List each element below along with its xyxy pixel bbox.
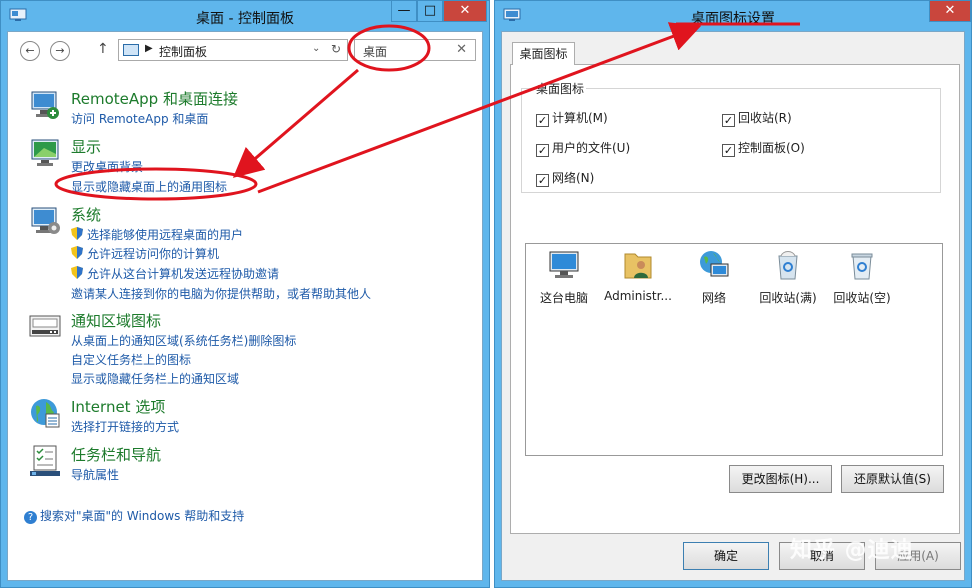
- forward-button[interactable]: →: [50, 41, 70, 61]
- category-heading[interactable]: 任务栏和导航: [71, 444, 161, 465]
- dialog-title: 桌面图标设置: [691, 11, 775, 27]
- help-icon: ?: [24, 511, 37, 524]
- dialog-content: 桌面图标 桌面图标 ✓ 计算机(M) ✓ 回收站(R) ✓ 用户的文件(U) ✓ 控制面…: [501, 31, 965, 581]
- link-allow-remote-access[interactable]: 允许远程访问你的计算机: [87, 245, 219, 262]
- display-icon: [31, 139, 59, 166]
- computer-icon: [549, 251, 579, 278]
- icon-label: 这台电脑: [539, 291, 588, 305]
- checkmark-icon: ✓: [536, 114, 549, 127]
- desktop-icon-list[interactable]: 这台电脑 Administr... 网络 回收站(满) 回收站(空): [525, 243, 943, 456]
- icon-label: 回收站(空): [833, 291, 891, 305]
- link-change-desktop-background[interactable]: 更改桌面背景: [71, 158, 143, 175]
- checkbox-computer[interactable]: ✓ 计算机(M): [536, 109, 608, 127]
- breadcrumb-control-panel[interactable]: 控制面板: [159, 43, 207, 60]
- recycle-bin-full-icon: [778, 251, 798, 280]
- network-icon: [700, 251, 729, 277]
- group-label: 桌面图标: [534, 80, 587, 97]
- icon-network[interactable]: 网络: [678, 248, 750, 306]
- remoteapp-icon: [31, 91, 59, 119]
- dialog-close-button[interactable]: ✕: [929, 1, 971, 22]
- category-heading[interactable]: 显示: [71, 136, 101, 157]
- link-choose-link-opening[interactable]: 选择打开链接的方式: [71, 418, 179, 435]
- up-button[interactable]: ↑: [97, 41, 109, 57]
- checkmark-icon: ✓: [536, 144, 549, 157]
- link-show-hide-notification-area[interactable]: 显示或隐藏任务栏上的通知区域: [71, 370, 239, 387]
- checkbox-network[interactable]: ✓ 网络(N): [536, 169, 594, 187]
- checkbox-control-panel[interactable]: ✓ 控制面板(O): [722, 139, 805, 157]
- checkmark-icon: ✓: [722, 114, 735, 127]
- uac-shield-icon: [71, 246, 83, 259]
- icon-administrator[interactable]: Administr...: [602, 248, 674, 303]
- breadcrumb-separator-icon: ▶: [145, 43, 153, 54]
- close-button[interactable]: ✕: [443, 1, 487, 22]
- uac-shield-icon: [71, 266, 83, 279]
- control-panel-folder-icon: [123, 44, 139, 56]
- icon-recycle-bin-empty[interactable]: 回收站(空): [826, 248, 898, 306]
- search-input[interactable]: 桌面 ✕: [354, 39, 476, 61]
- checkbox-label: 计算机(M): [552, 111, 608, 125]
- category-heading[interactable]: RemoteApp 和桌面连接: [71, 88, 238, 109]
- category-heading[interactable]: 通知区域图标: [71, 310, 161, 331]
- checkbox-label: 控制面板(O): [738, 141, 805, 155]
- internet-options-icon: [31, 399, 60, 428]
- category-heading[interactable]: 系统: [71, 204, 101, 225]
- maximize-button[interactable]: □: [417, 1, 443, 22]
- icon-label: Administr...: [604, 289, 672, 303]
- help-link-text: 搜索对"桌面"的 Windows 帮助和支持: [40, 509, 245, 523]
- taskbar-navigation-icon: [30, 445, 60, 476]
- ok-button[interactable]: 确定: [683, 542, 769, 570]
- control-panel-titlebar[interactable]: 桌面 - 控制面板 — □ ✕: [1, 1, 489, 31]
- icon-recycle-bin-full[interactable]: 回收站(满): [752, 248, 824, 306]
- arrow-right-icon: →: [55, 44, 65, 57]
- link-send-remote-assistance[interactable]: 允许从这台计算机发送远程协助邀请: [87, 265, 279, 282]
- arrow-left-icon: ←: [25, 44, 35, 57]
- change-icon-button[interactable]: 更改图标(H)...: [729, 465, 832, 493]
- arrow-up-icon: ↑: [97, 41, 109, 57]
- help-link[interactable]: ? 搜索对"桌面"的 Windows 帮助和支持: [24, 507, 244, 524]
- link-invite-someone[interactable]: 邀请某人连接到你的电脑为你提供帮助，或者帮助其他人: [71, 285, 371, 302]
- chevron-down-icon[interactable]: ⌄: [312, 43, 320, 54]
- notification-area-icon: [29, 315, 61, 337]
- link-show-hide-desktop-icons[interactable]: 显示或隐藏桌面上的通用图标: [71, 178, 227, 195]
- checkmark-icon: ✓: [722, 144, 735, 157]
- clear-search-icon[interactable]: ✕: [456, 42, 467, 57]
- link-navigation-properties[interactable]: 导航属性: [71, 466, 119, 483]
- desktop-icons-group: 桌面图标 ✓ 计算机(M) ✓ 回收站(R) ✓ 用户的文件(U) ✓ 控制面板(O) …: [521, 80, 941, 193]
- desktop-icon-settings-dialog: 桌面图标设置 ✕ 桌面图标 桌面图标 ✓ 计算机(M) ✓ 回收站(R) ✓ 用户的文…: [494, 0, 972, 588]
- tab-desktop-icons[interactable]: 桌面图标: [512, 42, 575, 65]
- link-remove-notification-icons[interactable]: 从桌面上的通知区域(系统任务栏)删除图标: [71, 332, 296, 349]
- control-panel-content: ← → ↑ ▶ 控制面板 ⌄ ↻ 桌面 ✕ RemoteApp 和桌面连接 访问…: [7, 31, 483, 581]
- checkbox-label: 用户的文件(U): [552, 141, 631, 155]
- category-heading[interactable]: Internet 选项: [71, 396, 165, 417]
- checkbox-user-files[interactable]: ✓ 用户的文件(U): [536, 139, 630, 157]
- control-panel-window: 桌面 - 控制面板 — □ ✕ ← → ↑ ▶ 控制面板 ⌄ ↻ 桌面 ✕ Re…: [0, 0, 490, 588]
- tab-panel: 桌面图标 ✓ 计算机(M) ✓ 回收站(R) ✓ 用户的文件(U) ✓ 控制面板(O) …: [510, 64, 960, 534]
- icon-label: 网络: [701, 291, 726, 305]
- link-remoteapp-access[interactable]: 访问 RemoteApp 和桌面: [71, 110, 208, 127]
- dialog-titlebar[interactable]: 桌面图标设置 ✕: [495, 1, 971, 31]
- system-icon: [31, 207, 60, 234]
- search-query: 桌面: [363, 45, 388, 59]
- user-folder-icon: [624, 253, 652, 279]
- link-customize-taskbar-icons[interactable]: 自定义任务栏上的图标: [71, 351, 191, 368]
- watermark: 知乎 @迪迪: [790, 538, 914, 563]
- checkbox-label: 回收站(R): [738, 111, 792, 125]
- refresh-icon[interactable]: ↻: [331, 42, 341, 56]
- icon-label: 回收站(满): [759, 291, 817, 305]
- recycle-bin-empty-icon: [851, 253, 873, 280]
- address-bar[interactable]: ▶ 控制面板 ⌄ ↻: [118, 39, 348, 61]
- icon-this-pc[interactable]: 这台电脑: [528, 248, 600, 306]
- checkmark-icon: ✓: [536, 174, 549, 187]
- uac-shield-icon: [71, 227, 83, 240]
- back-button[interactable]: ←: [20, 41, 40, 61]
- link-select-remote-users[interactable]: 选择能够使用远程桌面的用户: [87, 226, 243, 243]
- restore-default-button[interactable]: 还原默认值(S): [841, 465, 944, 493]
- minimize-button[interactable]: —: [391, 1, 417, 22]
- checkbox-label: 网络(N): [552, 171, 595, 185]
- checkbox-recycle-bin[interactable]: ✓ 回收站(R): [722, 109, 792, 127]
